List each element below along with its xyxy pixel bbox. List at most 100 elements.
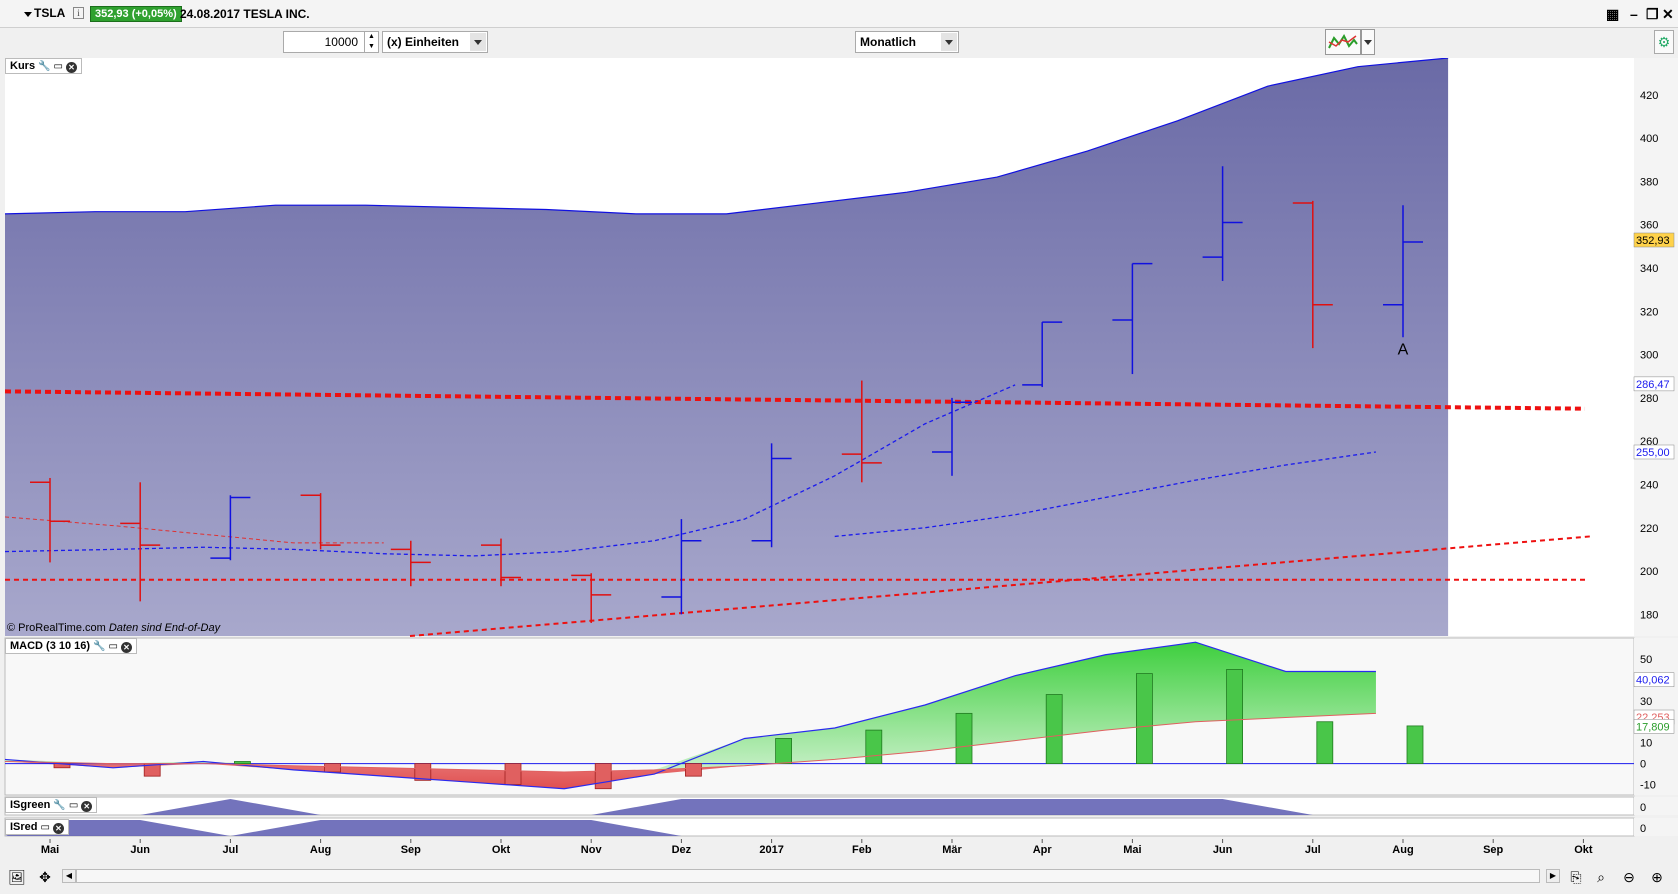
macd-histogram-bar <box>1136 673 1153 765</box>
macd-histogram-bar <box>414 763 432 781</box>
settings-wrench-icon[interactable]: ⚙ <box>1654 30 1674 54</box>
macd-y-tick-label: 30 <box>1640 696 1652 708</box>
scroll-right-icon[interactable]: ▶ <box>1546 869 1560 883</box>
close-panel-icon[interactable]: ✕ <box>65 62 77 73</box>
chart-tools-dropdown-icon[interactable] <box>1361 29 1375 55</box>
y-tick-label: 360 <box>1640 220 1658 232</box>
close-icon[interactable]: ✕ <box>1662 6 1674 23</box>
y-tick-label: 240 <box>1640 479 1658 491</box>
copyright-data-note: Daten sind End-of-Day <box>108 622 221 634</box>
indicator-panels: 00 <box>4 796 1678 837</box>
cursor-tool-icon[interactable]: ✥ <box>34 866 56 888</box>
x-tick-label: Mai <box>1123 844 1141 856</box>
isgreen-panel-title: ISgreen <box>10 799 51 811</box>
unit-select[interactable]: (x) Einheiten <box>382 31 488 53</box>
price-panel-title: Kurs <box>10 60 36 72</box>
macd-panel-label[interactable]: MACD (3 10 16) 🔧 ▭ ✕ <box>5 638 137 654</box>
chart-tools-icon[interactable] <box>1325 29 1361 55</box>
horizontal-scrollbar[interactable] <box>76 869 1540 883</box>
symbol-name[interactable]: TSLA <box>34 6 65 20</box>
y-tick-label: 380 <box>1640 176 1658 188</box>
x-axis: Mai Jun Jul Aug Sep Okt Nov Dez 2017 Feb Mär Apr Mai… <box>41 839 1593 856</box>
quantity-stepper[interactable]: 10000 ▲ ▼ <box>283 31 379 53</box>
info-icon[interactable]: i <box>73 7 84 19</box>
chart-canvas[interactable]: A180200220240260280300320340360380400420… <box>0 58 1678 866</box>
zoom-out-icon[interactable]: ⊖ <box>1618 866 1640 888</box>
period-select-value: Monatlich <box>860 35 916 49</box>
unit-select-value: (x) Einheiten <box>387 35 460 49</box>
x-tick-label: Nov <box>581 844 603 856</box>
chevron-down-icon[interactable] <box>470 33 486 51</box>
symbol-dropdown-icon[interactable] <box>24 12 32 17</box>
zoom-fit-icon[interactable]: ⌕ <box>1590 866 1612 888</box>
isgreen-zero-label: 0 <box>1640 802 1646 814</box>
x-tick-label: Jun <box>130 844 150 856</box>
window-icon[interactable]: ▭ <box>109 640 118 653</box>
x-tick-label: Jul <box>1305 844 1321 856</box>
macd-y-tick-label: 10 <box>1640 738 1652 750</box>
price-panel: A180200220240260280300320340360380400420… <box>4 58 1678 637</box>
period-select[interactable]: Monatlich <box>855 31 959 53</box>
x-tick-label: Sep <box>401 844 421 856</box>
close-panel-icon[interactable]: ✕ <box>120 642 132 653</box>
last-value-label: 255,00 <box>1636 447 1670 459</box>
y-tick-label: 420 <box>1640 90 1658 102</box>
macd-histogram-bar <box>594 763 612 790</box>
y-tick-label: 320 <box>1640 306 1658 318</box>
x-tick-label: 2017 <box>759 844 783 856</box>
close-panel-icon[interactable]: ✕ <box>52 823 64 834</box>
close-panel-icon[interactable]: ✕ <box>81 801 93 812</box>
macd-y-tick-label: -10 <box>1640 780 1656 792</box>
macd-histogram-bar <box>1045 694 1063 765</box>
y-tick-label: 400 <box>1640 133 1658 145</box>
macd-y-tick-label: 0 <box>1640 759 1646 771</box>
x-tick-label: Jun <box>1213 844 1233 856</box>
window-icon[interactable]: ▭ <box>54 60 63 73</box>
date-and-company: 24.08.2017 TESLA INC. <box>180 7 310 21</box>
macd-histogram-bar <box>324 763 342 773</box>
y-tick-label: 340 <box>1640 263 1658 275</box>
wrench-icon[interactable]: 🔧 <box>38 60 50 73</box>
window-icon[interactable]: ▭ <box>41 821 50 834</box>
chart-type-icon[interactable]: 🖼 <box>6 866 28 888</box>
x-tick-label: Dez <box>672 844 692 856</box>
scroll-left-icon[interactable]: ◀ <box>62 869 76 883</box>
macd-plot-area <box>4 637 1635 796</box>
last-value-label: 286,47 <box>1636 379 1670 391</box>
wrench-icon[interactable]: 🔧 <box>53 799 65 812</box>
isgreen-panel-label[interactable]: ISgreen 🔧 ▭ ✕ <box>5 797 98 813</box>
wrench-icon[interactable]: 🔧 <box>93 640 105 653</box>
last-value-label: 352,93 <box>1636 235 1670 247</box>
x-tick-label: Jul <box>222 844 238 856</box>
isred-panel-label[interactable]: ISred ▭ ✕ <box>5 819 69 835</box>
x-tick-label: Okt <box>1574 844 1593 856</box>
macd-histogram-bar <box>1406 725 1424 764</box>
y-tick-label: 280 <box>1640 393 1658 405</box>
spin-arrows-icon[interactable]: ▲ ▼ <box>364 32 378 52</box>
chevron-down-icon[interactable] <box>941 33 957 51</box>
restore-icon[interactable]: ❐ <box>1646 6 1659 23</box>
isred-panel-title: ISred <box>10 821 38 833</box>
zoom-in-icon[interactable]: ⊕ <box>1646 866 1668 888</box>
macd-panel-title: MACD (3 10 16) <box>10 640 91 652</box>
x-tick-label: Feb <box>852 844 872 856</box>
x-tick-label: Apr <box>1033 844 1053 856</box>
price-panel-label[interactable]: Kurs 🔧 ▭ ✕ <box>5 58 82 74</box>
macd-last-value-label: 40,062 <box>1636 675 1670 687</box>
macd-histogram-bar <box>775 738 792 764</box>
minimize-icon[interactable]: – <box>1630 6 1638 22</box>
x-tick-label: Aug <box>1392 844 1413 856</box>
x-tick-label: Sep <box>1483 844 1503 856</box>
macd-histogram-bar <box>504 763 522 785</box>
copyright-note: © ProRealTime.com Daten sind End-of-Day <box>7 622 220 634</box>
macd-histogram-bar <box>865 729 883 765</box>
y-tick-label: 200 <box>1640 566 1658 578</box>
quantity-value: 10000 <box>324 35 358 49</box>
macd-last-value-label: 17,809 <box>1636 721 1670 733</box>
screenshot-icon[interactable]: ⎘ <box>1565 866 1587 888</box>
window-icon[interactable]: ▭ <box>69 799 78 812</box>
title-bar: TSLA i 352,93 (+0,05%) 24.08.2017 TESLA … <box>0 0 1678 28</box>
annotation-label: A <box>1398 342 1409 359</box>
y-tick-label: 180 <box>1640 609 1658 621</box>
keyboard-icon[interactable]: ▦ <box>1606 6 1619 23</box>
